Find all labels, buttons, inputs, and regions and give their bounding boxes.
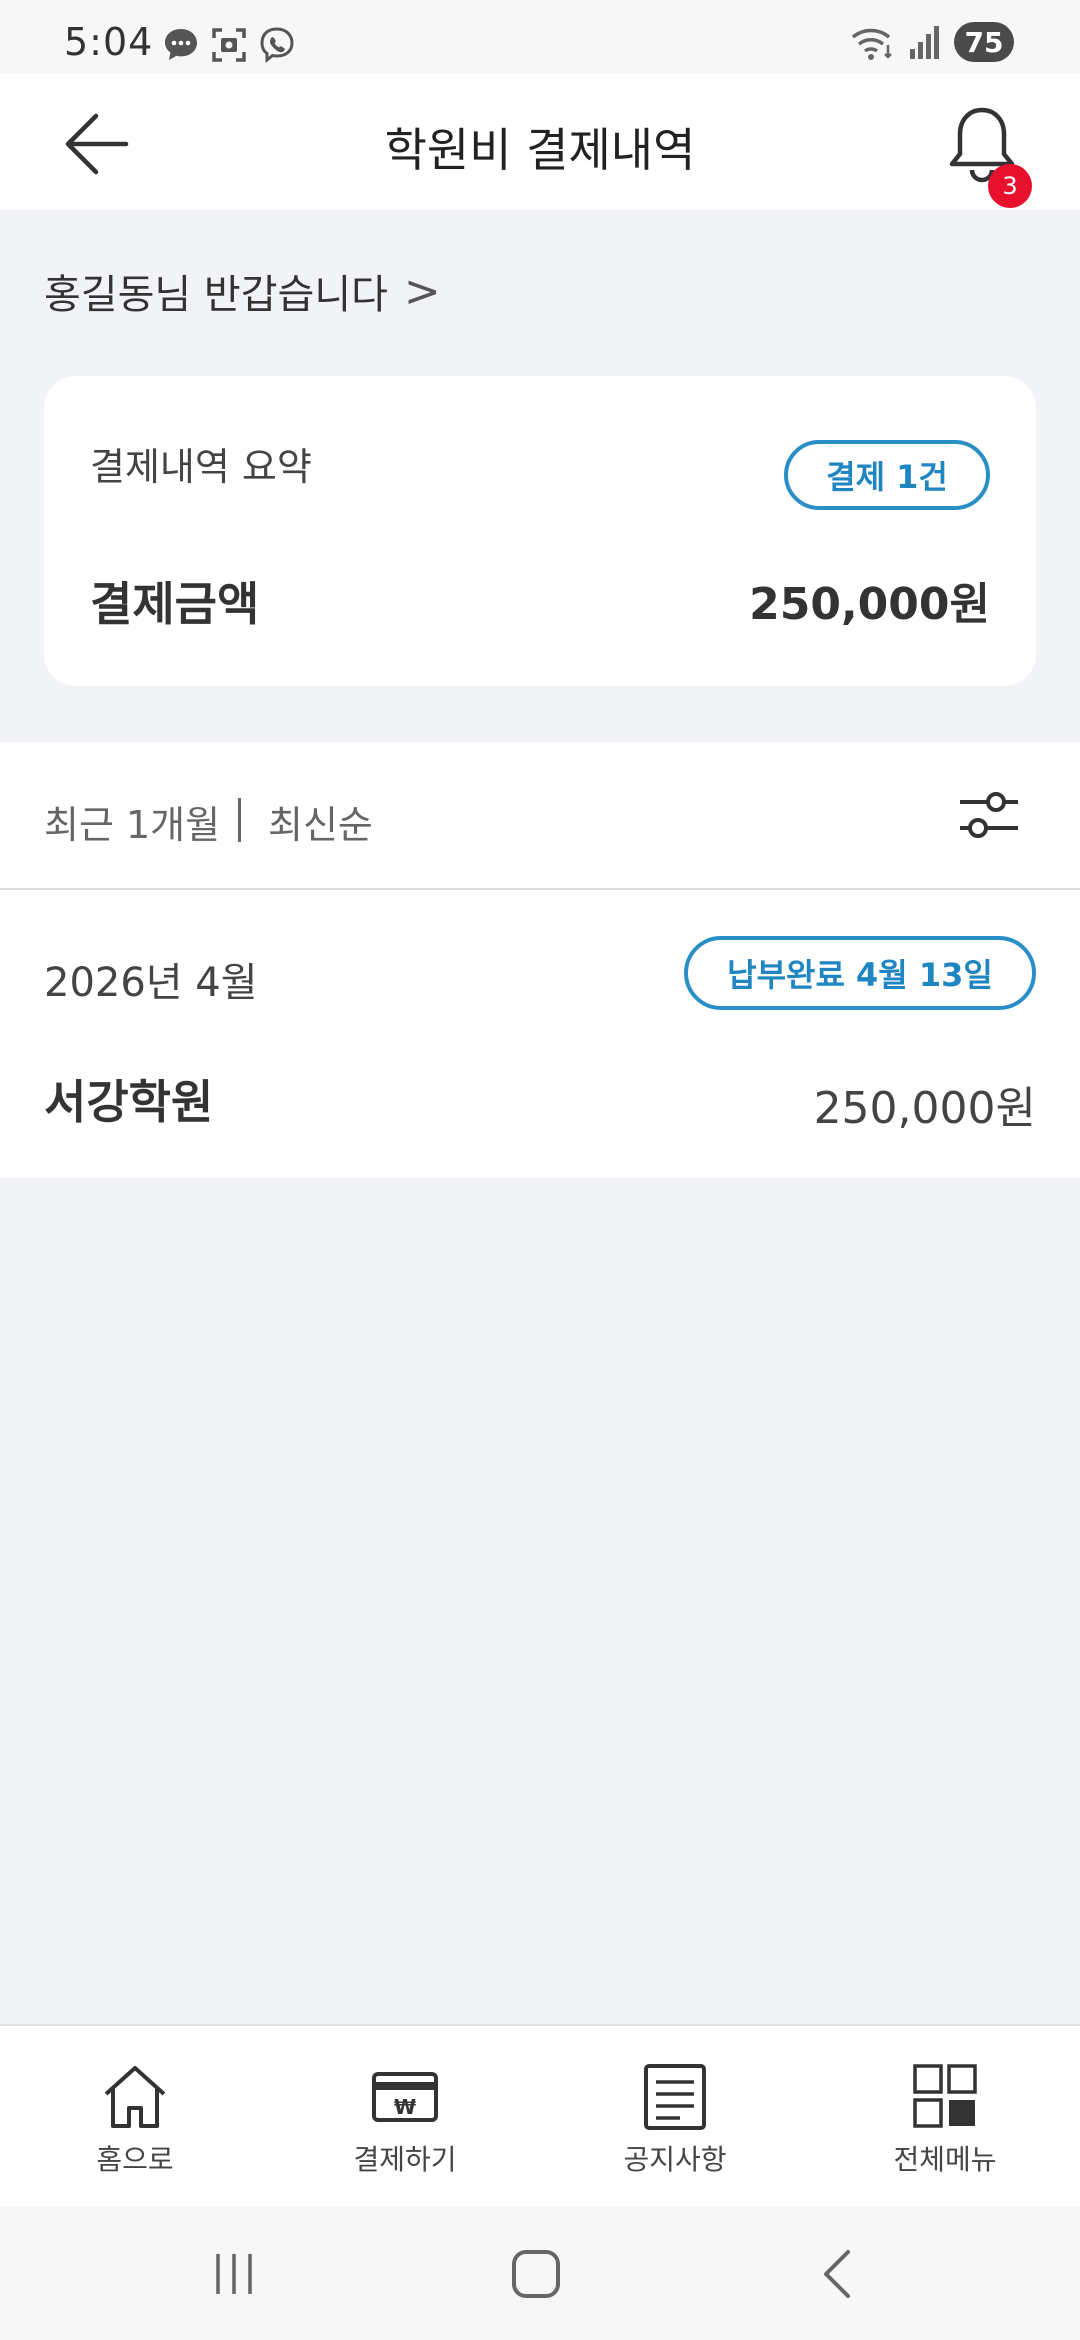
amount-label: 결제금액 bbox=[90, 577, 260, 631]
svg-text:₩: ₩ bbox=[394, 2095, 416, 2119]
nav-payment[interactable]: ₩ 결제하기 bbox=[270, 2026, 540, 2208]
greeting-text: 홍길동님 반갑습니다 bbox=[44, 272, 388, 318]
nav-home[interactable]: 홈으로 bbox=[0, 2026, 270, 2208]
filter-bar: 최근 1개월 최신순 bbox=[0, 742, 1080, 890]
summary-label: 결제내역 요약 bbox=[90, 445, 312, 489]
home-icon bbox=[104, 2066, 166, 2128]
home-button-icon[interactable] bbox=[506, 2244, 566, 2304]
bottom-nav: 홈으로 ₩ 결제하기 공지사항 전체메뉴 bbox=[0, 2024, 1080, 2208]
chevron-right-icon: > bbox=[403, 265, 441, 317]
amount-value: 250,000원 bbox=[749, 579, 990, 630]
battery-icon: 75 bbox=[954, 22, 1014, 62]
status-time: 5:04 bbox=[64, 20, 154, 64]
payment-amount: 250,000원 bbox=[813, 1083, 1036, 1134]
payment-month: 2026년 4월 bbox=[44, 960, 258, 1006]
card-won-icon: ₩ bbox=[372, 2072, 438, 2122]
notification-badge: 3 bbox=[988, 164, 1032, 208]
grid-menu-icon bbox=[913, 2064, 977, 2128]
recent-apps-icon[interactable] bbox=[204, 2244, 264, 2304]
academy-name: 서강학원 bbox=[44, 1075, 214, 1129]
payment-status-chip: 납부완료 4월 13일 bbox=[684, 936, 1036, 1010]
nav-payment-label: 결제하기 bbox=[353, 2143, 457, 2176]
filter-period[interactable]: 최근 1개월 bbox=[44, 794, 220, 849]
page-title: 학원비 결제내역 bbox=[384, 123, 696, 177]
status-bar: 5:04 75 bbox=[0, 0, 1080, 74]
greeting-link[interactable]: 홍길동님 반갑습니다 > bbox=[44, 262, 441, 320]
message-icon bbox=[165, 29, 197, 60]
app-header: 학원비 결제내역 3 bbox=[0, 74, 1080, 210]
filter-divider bbox=[238, 798, 241, 842]
wifi-icon bbox=[851, 28, 892, 60]
nav-notice-label: 공지사항 bbox=[623, 2143, 727, 2176]
filter-sort[interactable]: 최신순 bbox=[268, 794, 373, 849]
payment-summary-card: 결제내역 요약 결제 1건 결제금액 250,000원 bbox=[44, 376, 1036, 686]
signal-icon bbox=[910, 26, 939, 59]
system-back-icon[interactable] bbox=[808, 2244, 868, 2304]
nav-home-label: 홈으로 bbox=[96, 2143, 174, 2176]
filter-settings-icon[interactable] bbox=[956, 782, 1022, 848]
notice-icon bbox=[644, 2064, 706, 2130]
nav-all-menu-label: 전체메뉴 bbox=[893, 2143, 997, 2176]
nav-all-menu[interactable]: 전체메뉴 bbox=[810, 2026, 1080, 2208]
viber-icon bbox=[260, 27, 294, 64]
nav-notice[interactable]: 공지사항 bbox=[540, 2026, 810, 2208]
payment-list-item[interactable]: 2026년 4월 납부완료 4월 13일 서강학원 250,000원 bbox=[0, 890, 1080, 1178]
payment-count-chip: 결제 1건 bbox=[784, 440, 990, 510]
system-nav-bar bbox=[0, 2206, 1080, 2340]
screenshot-icon bbox=[212, 28, 246, 62]
